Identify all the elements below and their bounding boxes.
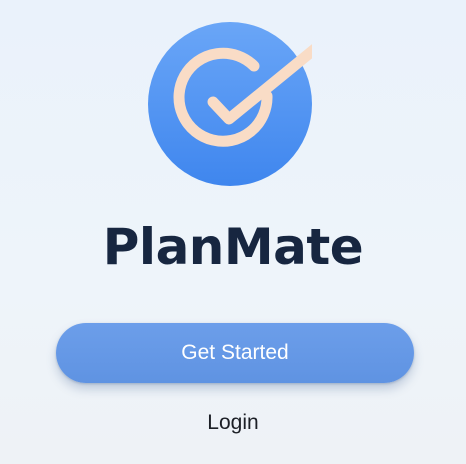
login-button[interactable]: Login xyxy=(183,405,283,441)
get-started-button[interactable]: Get Started xyxy=(56,323,414,383)
login-label: Login xyxy=(207,411,259,434)
welcome-screen: PlanMate Get Started Login xyxy=(0,0,466,464)
checkmark-circle-icon xyxy=(148,22,312,186)
get-started-label: Get Started xyxy=(181,341,289,364)
app-logo xyxy=(148,22,312,186)
app-title: PlanMate xyxy=(102,218,364,276)
